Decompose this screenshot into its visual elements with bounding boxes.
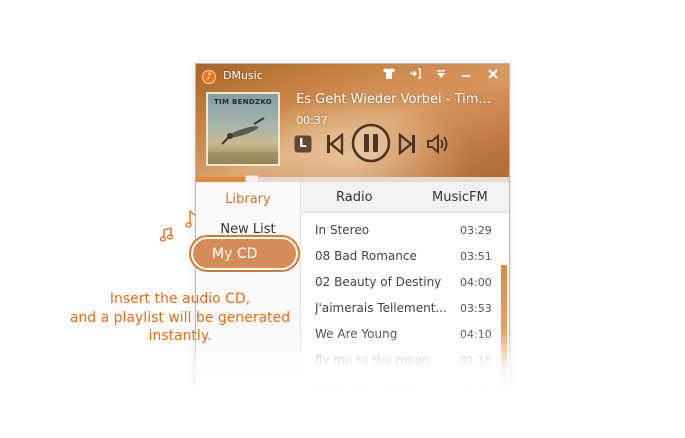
track-duration: 01:15: [460, 354, 492, 367]
callout-line-2: and a playlist will be generated: [69, 309, 291, 326]
speaker-icon: [427, 133, 448, 155]
track-row[interactable]: fly me to the moon 01:15: [301, 346, 499, 372]
previous-icon: [327, 132, 344, 156]
tab-bar: Radio MusicFM: [301, 182, 509, 213]
track-name: In Stereo: [315, 223, 370, 237]
track-list-scrollbar[interactable]: [501, 265, 507, 386]
tab-radio[interactable]: Radio: [336, 190, 373, 205]
play-pause-button[interactable]: [351, 123, 391, 163]
sidebar-item-new-list[interactable]: New List: [196, 222, 300, 237]
track-duration: 03:51: [460, 250, 492, 263]
track-row[interactable]: In Stereo 03:29: [301, 216, 499, 242]
elapsed-time: 00:37: [296, 114, 328, 127]
app-logo-icon: ♪: [202, 70, 216, 84]
previous-track-button[interactable]: [326, 132, 344, 156]
callout-line-1: Insert the audio CD,: [109, 291, 251, 307]
track-list: In Stereo 03:29 08 Bad Romance 03:51 02 Beau…: [301, 214, 509, 386]
my-cd-button[interactable]: My CD: [191, 237, 298, 270]
track-duration: 03:53: [460, 302, 492, 315]
track-row[interactable]: 08 Bad Romance 03:51: [301, 242, 499, 268]
mini-mode-icon[interactable]: [407, 68, 423, 84]
album-cover[interactable]: TIM BENDZKO: [206, 92, 280, 166]
close-icon[interactable]: [485, 68, 501, 84]
tab-musicfm[interactable]: MusicFM: [432, 190, 488, 205]
app-title: DMusic: [223, 69, 263, 82]
next-icon: [398, 132, 415, 156]
callout-text: Insert the audio CD, and a playlist will…: [50, 290, 310, 346]
volume-button[interactable]: [427, 133, 451, 155]
track-row[interactable]: We Are Young 04:10: [301, 320, 499, 346]
next-track-button[interactable]: [398, 132, 416, 156]
menu-down-icon[interactable]: [433, 68, 449, 84]
track-title: Es Geht Wieder Vorbei - Tim...: [296, 92, 491, 107]
track-duration: 03:10: [460, 380, 492, 386]
lyrics-label: L: [299, 136, 307, 150]
track-name: J'aimerais Tellement...: [315, 301, 447, 315]
my-cd-label: My CD: [212, 246, 258, 262]
callout-line-3: instantly.: [148, 328, 212, 344]
pause-icon: [351, 123, 391, 163]
track-row[interactable]: J'aimerais Tellement... 03:53: [301, 294, 499, 320]
sidebar: Library New List: [196, 182, 301, 386]
album-art-figure-icon: [208, 117, 278, 164]
track-name: 02 Beauty of Destiny: [315, 275, 442, 289]
track-row[interactable]: 02 Beauty of Destiny 04:00: [301, 268, 499, 294]
track-duration: 04:10: [460, 328, 492, 341]
track-duration: 04:00: [460, 276, 492, 289]
track-duration: 03:29: [460, 224, 492, 237]
track-row[interactable]: Sexy And I Know It 03:10: [301, 372, 499, 386]
track-name: fly me to the moon: [315, 353, 430, 367]
sidebar-item-library[interactable]: Library: [196, 192, 300, 207]
track-name: 08 Bad Romance: [315, 249, 417, 263]
now-playing-header: ♪ DMusic TIM BENDZKO Es Geht Wieder Vorb…: [196, 64, 509, 177]
lyrics-button[interactable]: L: [294, 135, 312, 153]
track-name: Sexy And I Know It: [315, 379, 428, 386]
shirt-icon[interactable]: [381, 68, 397, 84]
minimize-icon[interactable]: [458, 68, 474, 84]
title-bar: ♪ DMusic: [196, 64, 509, 88]
track-name: We Are Young: [315, 327, 398, 341]
